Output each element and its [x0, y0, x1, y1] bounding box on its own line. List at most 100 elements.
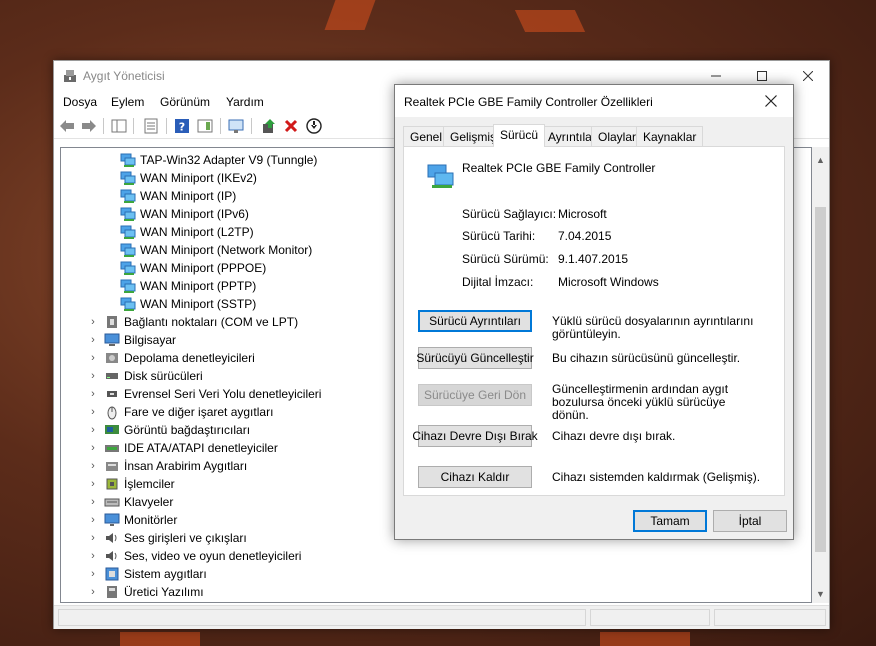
tree-item[interactable]: › Monitörler	[88, 511, 177, 529]
action-pane-icon	[197, 119, 213, 133]
scroll-up-icon[interactable]: ▲	[812, 151, 829, 168]
port-icon	[104, 314, 120, 330]
chevron-right-icon[interactable]: ›	[88, 370, 98, 382]
properties-icon	[144, 118, 158, 134]
tree-item[interactable]: › Evrensel Seri Veri Yolu denetleyicileri	[88, 385, 321, 403]
tree-item[interactable]: WAN Miniport (PPPOE)	[120, 259, 266, 277]
help-icon: ?	[175, 119, 189, 134]
menu-file[interactable]: Dosya	[63, 95, 97, 109]
properties-button[interactable]	[142, 117, 160, 135]
tree-item[interactable]: WAN Miniport (SSTP)	[120, 295, 256, 313]
menu-action[interactable]: Eylem	[111, 95, 144, 109]
scroll-down-icon[interactable]: ▼	[812, 585, 829, 602]
help-button[interactable]: ?	[173, 117, 191, 135]
network-adapter-icon	[120, 188, 136, 204]
tree-item-label: Monitörler	[124, 513, 178, 527]
chevron-right-icon[interactable]: ›	[88, 388, 98, 400]
ok-button[interactable]: Tamam	[633, 510, 707, 532]
tree-item-label: Görüntü bağdaştırıcıları	[124, 423, 251, 437]
network-adapter-icon	[120, 170, 136, 186]
red-x-icon	[284, 119, 298, 133]
chevron-right-icon[interactable]: ›	[88, 586, 98, 598]
tree-item-label: WAN Miniport (Network Monitor)	[140, 243, 313, 257]
chevron-right-icon[interactable]: ›	[88, 514, 98, 526]
chevron-right-icon[interactable]: ›	[88, 550, 98, 562]
network-adapter-icon	[120, 224, 136, 240]
update-driver-button[interactable]: Sürücüyü Güncelleştir	[416, 347, 534, 369]
tree-item[interactable]: › Depolama denetleyicileri	[88, 349, 255, 367]
chevron-right-icon[interactable]: ›	[88, 352, 98, 364]
tree-item-label: WAN Miniport (L2TP)	[140, 225, 254, 239]
cancel-button[interactable]: İptal	[713, 510, 787, 532]
action-pane-button[interactable]	[196, 117, 214, 135]
show-hide-tree-button[interactable]	[110, 117, 128, 135]
chevron-right-icon[interactable]: ›	[88, 460, 98, 472]
driver-details-description: Yüklü sürücü dosyalarının ayrıntılarını …	[552, 314, 754, 341]
network-adapter-icon	[120, 242, 136, 258]
chevron-right-icon[interactable]: ›	[88, 478, 98, 490]
tree-item[interactable]: › Klavyeler	[88, 493, 173, 511]
tree-item[interactable]: › Ses, video ve oyun denetleyicileri	[88, 547, 301, 565]
chevron-right-icon[interactable]: ›	[88, 424, 98, 436]
tree-item[interactable]: WAN Miniport (L2TP)	[120, 223, 254, 241]
disable-device-button[interactable]	[305, 117, 323, 135]
tree-item[interactable]: › Ses girişleri ve çıkışları	[88, 529, 247, 547]
chevron-right-icon[interactable]: ›	[88, 568, 98, 580]
tree-item[interactable]: › Üretici Yazılımı	[88, 583, 203, 601]
tree-item-label: Bağlantı noktaları (COM ve LPT)	[124, 315, 299, 329]
roll-back-driver-button[interactable]: Sürücüye Geri Dön	[418, 384, 532, 406]
tree-item[interactable]: WAN Miniport (IPv6)	[120, 205, 249, 223]
status-bar	[54, 605, 829, 629]
back-button[interactable]	[58, 117, 76, 135]
scan-hardware-button[interactable]	[227, 117, 245, 135]
toolbar-separator	[103, 118, 104, 134]
chevron-right-icon[interactable]: ›	[88, 532, 98, 544]
dialog-close-button[interactable]	[749, 85, 793, 117]
svg-text:?: ?	[179, 121, 185, 134]
disk-drive-icon	[104, 368, 120, 384]
chevron-right-icon[interactable]: ›	[88, 496, 98, 508]
menu-help[interactable]: Yardım	[226, 95, 264, 109]
chevron-right-icon[interactable]: ›	[88, 316, 98, 328]
tree-item[interactable]: WAN Miniport (IKEv2)	[120, 169, 257, 187]
vertical-scrollbar[interactable]: ▲ ▼	[812, 147, 829, 603]
chevron-right-icon[interactable]: ›	[88, 442, 98, 454]
wallpaper-mark	[600, 632, 690, 646]
tree-item[interactable]: › IDE ATA/ATAPI denetleyiciler	[88, 439, 278, 457]
close-icon	[803, 70, 813, 81]
tab-driver[interactable]: Sürücü	[493, 124, 546, 147]
tree-item[interactable]: › Görüntü bağdaştırıcıları	[88, 421, 250, 439]
wallpaper-mark	[120, 632, 200, 646]
tree-item-label: WAN Miniport (IPv6)	[140, 207, 249, 221]
driver-provider-value: Microsoft	[558, 207, 607, 221]
tree-item[interactable]: › İnsan Arabirim Aygıtları	[88, 457, 247, 475]
tree-item[interactable]: WAN Miniport (IP)	[120, 187, 236, 205]
tree-item-label: Ses girişleri ve çıkışları	[124, 531, 247, 545]
tree-item-label: Fare ve diğer işaret aygıtları	[124, 405, 274, 419]
down-arrow-circle-icon	[306, 118, 322, 134]
tree-item[interactable]: › Fare ve diğer işaret aygıtları	[88, 403, 273, 421]
tree-item[interactable]: › Bağlantı noktaları (COM ve LPT)	[88, 313, 298, 331]
uninstall-device-button[interactable]	[282, 117, 300, 135]
driver-details-button[interactable]: Sürücü Ayrıntıları	[418, 310, 532, 332]
menu-view[interactable]: Görünüm	[160, 95, 210, 109]
tree-item[interactable]: › Sistem aygıtları	[88, 565, 207, 583]
scroll-thumb[interactable]	[815, 207, 826, 552]
forward-button[interactable]	[80, 117, 98, 135]
tree-item[interactable]: WAN Miniport (Network Monitor)	[120, 241, 312, 259]
tab-resources[interactable]: Kaynaklar	[636, 126, 704, 146]
network-adapter-icon	[120, 206, 136, 222]
tree-item[interactable]: › İşlemciler	[88, 475, 175, 493]
tree-item[interactable]: TAP-Win32 Adapter V9 (Tunngle)	[120, 151, 317, 169]
disable-device-button[interactable]: Cihazı Devre Dışı Bırak	[412, 425, 538, 447]
update-driver-button[interactable]	[260, 117, 278, 135]
uninstall-device-button[interactable]: Cihazı Kaldır	[418, 466, 532, 488]
toolbar-separator	[166, 118, 167, 134]
chevron-right-icon[interactable]: ›	[88, 334, 98, 346]
tree-item-label: TAP-Win32 Adapter V9 (Tunngle)	[140, 153, 318, 167]
chevron-right-icon[interactable]: ›	[88, 406, 98, 418]
tree-item[interactable]: › Bilgisayar	[88, 331, 176, 349]
tree-item[interactable]: WAN Miniport (PPTP)	[120, 277, 256, 295]
driver-tab-panel: Realtek PCIe GBE Family Controller Sürüc…	[403, 146, 785, 496]
tree-item[interactable]: › Disk sürücüleri	[88, 367, 203, 385]
